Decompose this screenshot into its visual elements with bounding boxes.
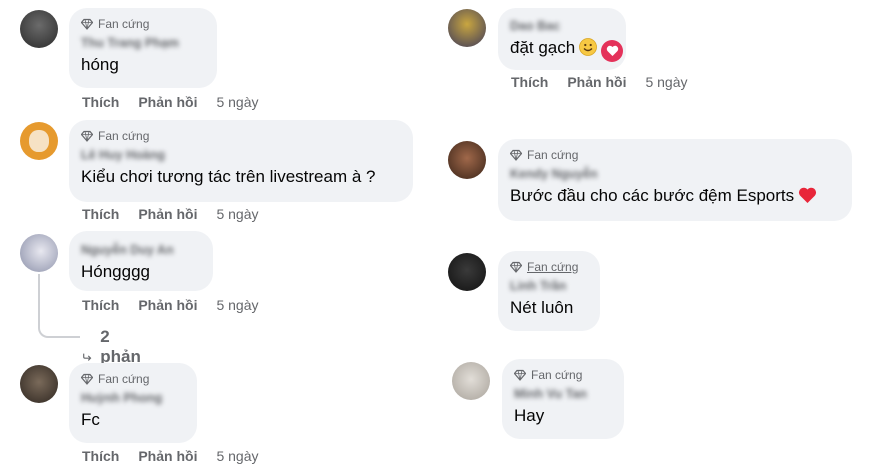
avatar[interactable]	[452, 362, 490, 400]
fan-badge[interactable]: Fan cứng	[81, 16, 205, 32]
comment-bubble: Fan cứng Huỳnh Phong Fc	[69, 363, 197, 443]
timestamp[interactable]: 5 ngày	[645, 74, 687, 90]
comment-bubble: Fan cứng Linh Trần Nét luôn	[498, 251, 600, 331]
badge-label: Fan cứng	[531, 368, 583, 382]
commenter-name[interactable]: Nguyễn Duy An	[81, 242, 201, 258]
diamond-icon	[514, 369, 526, 381]
reply-button[interactable]: Phản hồi	[138, 297, 197, 313]
avatar[interactable]	[448, 9, 486, 47]
comment-text: Fc	[81, 410, 100, 429]
badge-label: Fan cứng	[527, 148, 579, 162]
diamond-icon	[510, 261, 522, 273]
comment-text: hóng	[81, 55, 119, 74]
timestamp[interactable]: 5 ngày	[216, 206, 258, 222]
commenter-name[interactable]: Dao Bac	[510, 18, 614, 34]
comment-bubble: Dao Bac đặt gạch	[498, 8, 626, 70]
avatar-dog-shape	[29, 130, 49, 152]
badge-label: Fan cứng	[98, 372, 150, 386]
diamond-icon	[510, 149, 522, 161]
badge-label: Fan cứng	[98, 17, 150, 31]
comment-actions: Thích Phản hồi 5 ngày	[82, 206, 259, 222]
commenter-name[interactable]: Kendy Nguyễn	[510, 166, 840, 182]
avatar[interactable]	[448, 253, 486, 291]
fan-badge[interactable]: Fan cứng	[514, 367, 612, 383]
heart-reaction-icon[interactable]	[601, 40, 624, 62]
like-button[interactable]: Thích	[82, 94, 119, 110]
avatar[interactable]	[20, 10, 58, 48]
comment-bubble: Fan cứng Minh Vu Tan Hay	[502, 359, 624, 439]
like-button[interactable]: Thích	[82, 448, 119, 464]
commenter-name[interactable]: Minh Vu Tan	[514, 386, 612, 402]
like-button[interactable]: Thích	[82, 297, 119, 313]
reply-button[interactable]: Phản hồi	[138, 94, 197, 110]
comment-text: Nét luôn	[510, 298, 574, 317]
commenter-name[interactable]: Lê Huy Hoàng	[81, 147, 401, 163]
avatar[interactable]	[20, 234, 58, 272]
commenter-name[interactable]: Linh Trần	[510, 278, 588, 294]
thread-connector	[38, 274, 80, 338]
like-button[interactable]: Thích	[82, 206, 119, 222]
comment-text-content: đặt gạch	[510, 38, 576, 57]
comment-bubble: Fan cứng Lê Huy Hoàng Kiểu chơi tương tá…	[69, 120, 413, 202]
commenter-name[interactable]: Thu Trang Phạm	[81, 35, 205, 51]
badge-label: Fan cứng	[527, 260, 579, 274]
comment-text: Hay	[514, 406, 545, 425]
smile-emoji-icon	[579, 38, 598, 56]
comment-actions: Thích Phản hồi 5 ngày	[82, 297, 259, 313]
diamond-icon	[81, 18, 93, 30]
timestamp[interactable]: 5 ngày	[216, 94, 258, 110]
heart-emoji-icon	[799, 187, 817, 203]
diamond-icon	[81, 130, 93, 142]
reply-button[interactable]: Phản hồi	[138, 206, 197, 222]
avatar[interactable]	[20, 122, 58, 160]
timestamp[interactable]: 5 ngày	[216, 448, 258, 464]
comment-actions: Thích Phản hồi 5 ngày	[511, 74, 688, 90]
comment-bubble: Fan cứng Kendy Nguyễn Bước đầu cho các b…	[498, 139, 852, 221]
timestamp[interactable]: 5 ngày	[216, 297, 258, 313]
comment-text: đặt gạch	[510, 37, 624, 62]
commenter-name[interactable]: Huỳnh Phong	[81, 390, 185, 406]
comment-bubble: Fan cứng Thu Trang Phạm hóng	[69, 8, 217, 88]
reply-button[interactable]: Phản hồi	[138, 448, 197, 464]
comment-text: Bước đầu cho các bước đệm Esports	[510, 185, 840, 207]
comment-actions: Thích Phản hồi 5 ngày	[82, 448, 259, 464]
badge-label: Fan cứng	[98, 129, 150, 143]
fan-badge[interactable]: Fan cứng	[510, 147, 840, 163]
comment-text-content: Bước đầu cho các bước đệm Esports	[510, 186, 795, 205]
avatar[interactable]	[20, 365, 58, 403]
comment-actions: Thích Phản hồi 5 ngày	[82, 94, 259, 110]
comment-text: Hóngggg	[81, 262, 151, 281]
diamond-icon	[81, 373, 93, 385]
like-button[interactable]: Thích	[511, 74, 548, 90]
avatar[interactable]	[448, 141, 486, 179]
comment-text: Kiểu chơi tương tác trên livestream à ?	[81, 167, 376, 186]
comment-bubble: Nguyễn Duy An Hóngggg	[69, 231, 213, 291]
fan-badge[interactable]: Fan cứng	[510, 259, 588, 275]
fan-badge[interactable]: Fan cứng	[81, 128, 401, 144]
reply-button[interactable]: Phản hồi	[567, 74, 626, 90]
fan-badge[interactable]: Fan cứng	[81, 371, 185, 387]
